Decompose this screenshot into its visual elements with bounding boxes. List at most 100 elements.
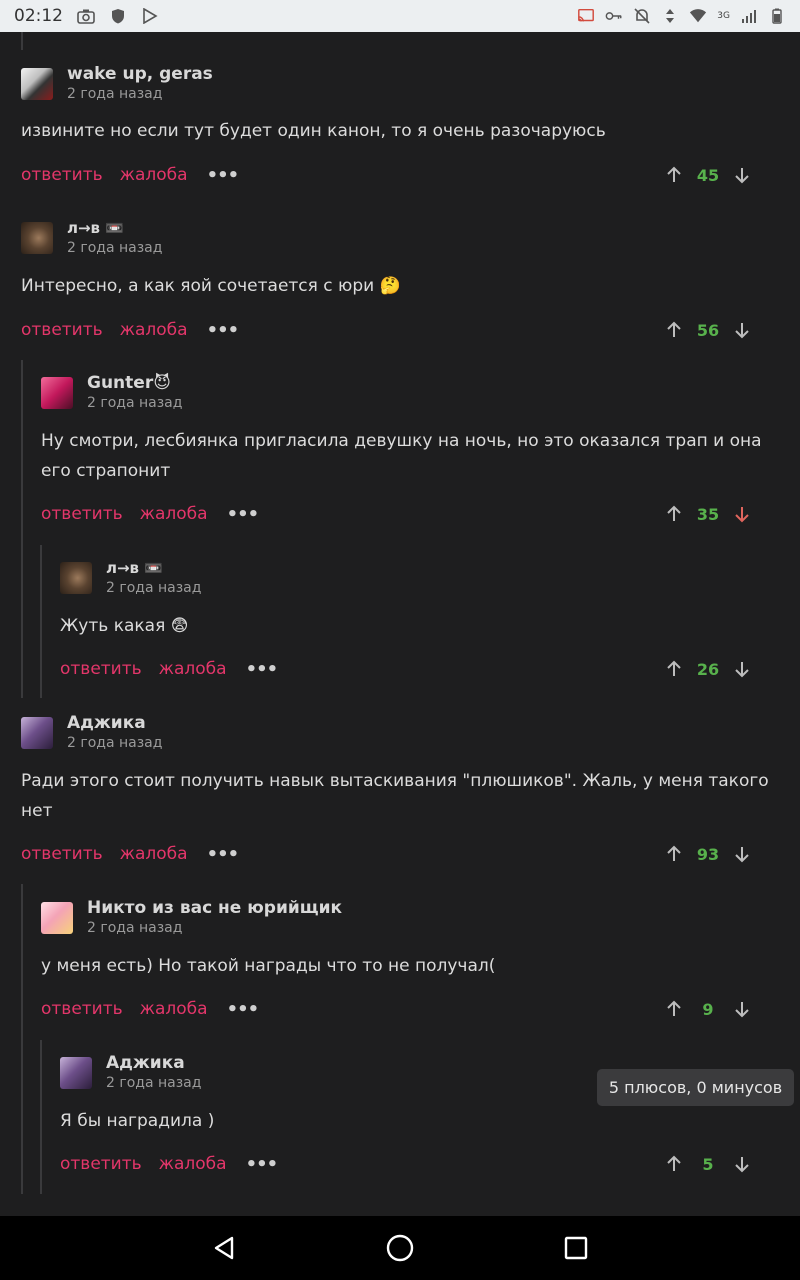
comment-author[interactable]: Аджика — [106, 1053, 185, 1073]
shield-icon — [112, 9, 124, 24]
score[interactable]: 5 — [686, 1155, 730, 1174]
upvote-icon[interactable] — [662, 657, 686, 681]
avatar[interactable] — [41, 902, 73, 934]
comment-author[interactable]: Gunter😈 — [87, 373, 171, 393]
comment-time: 2 года назад — [67, 240, 163, 256]
thread-line — [21, 884, 23, 1194]
vote-control: 56 — [662, 316, 754, 344]
avatar[interactable] — [21, 222, 53, 254]
more-options-button[interactable]: ••• — [207, 844, 240, 865]
reply-button[interactable]: ответить — [41, 504, 123, 524]
status-time: 02:12 — [14, 6, 63, 26]
more-options-button[interactable]: ••• — [227, 504, 260, 525]
comment-actions: ответить жалоба ••• — [41, 500, 260, 528]
comments-feed[interactable]: wake up, geras 2 года назад извините но … — [0, 32, 800, 1216]
comment-text: извините но если тут будет один канон, т… — [21, 121, 606, 141]
report-button[interactable]: жалоба — [120, 844, 188, 864]
thread-line — [21, 360, 23, 698]
more-options-button[interactable]: ••• — [207, 165, 240, 186]
report-button[interactable]: жалоба — [140, 999, 208, 1019]
score[interactable]: 93 — [686, 845, 730, 864]
comment-author[interactable]: wake up, geras — [67, 64, 213, 84]
home-circle-icon — [386, 1234, 414, 1262]
upvote-icon[interactable] — [662, 1152, 686, 1176]
vote-control: 9 — [662, 995, 754, 1023]
back-triangle-icon — [214, 1236, 234, 1260]
avatar[interactable] — [21, 717, 53, 749]
play-store-icon — [143, 8, 158, 24]
report-button[interactable]: жалоба — [120, 165, 188, 185]
network-type: 3G — [717, 11, 730, 21]
report-button[interactable]: жалоба — [159, 1154, 227, 1174]
score[interactable]: 26 — [686, 660, 730, 679]
back-button[interactable] — [196, 1220, 252, 1276]
report-button[interactable]: жалоба — [120, 320, 188, 340]
report-button[interactable]: жалоба — [159, 659, 227, 679]
recents-square-icon — [564, 1236, 588, 1260]
data-arrows-icon — [666, 9, 675, 23]
upvote-icon[interactable] — [662, 163, 686, 187]
downvote-icon[interactable] — [730, 163, 754, 187]
avatar[interactable] — [60, 562, 92, 594]
cast-icon — [578, 8, 595, 22]
score[interactable]: 56 — [686, 321, 730, 340]
downvote-icon[interactable] — [730, 657, 754, 681]
report-button[interactable]: жалоба — [140, 504, 208, 524]
reply-button[interactable]: ответить — [21, 165, 103, 185]
notifications-off-icon — [634, 8, 650, 24]
comment-text: Я бы наградила ) — [60, 1111, 215, 1131]
vote-control: 35 — [662, 500, 754, 528]
comment-actions: ответить жалоба ••• — [21, 840, 240, 868]
more-options-button[interactable]: ••• — [207, 320, 240, 341]
thread-line — [40, 545, 42, 698]
vote-control: 5 — [662, 1150, 754, 1178]
thread-line — [40, 1040, 42, 1194]
score[interactable]: 45 — [686, 166, 730, 185]
comment-author[interactable]: Аджика — [67, 713, 146, 733]
downvote-icon[interactable] — [730, 318, 754, 342]
downvote-icon[interactable] — [730, 997, 754, 1021]
avatar[interactable] — [41, 377, 73, 409]
avatar[interactable] — [21, 68, 53, 100]
navigation-bar — [0, 1216, 800, 1280]
upvote-icon[interactable] — [662, 502, 686, 526]
comment-time: 2 года назад — [106, 1075, 202, 1091]
upvote-icon[interactable] — [662, 318, 686, 342]
comment-text: Ради этого стоит получить навык вытаскив… — [21, 771, 769, 821]
score[interactable]: 35 — [686, 505, 730, 524]
comment-actions: ответить жалоба ••• — [21, 161, 240, 189]
comment-text: у меня есть) Но такой награды что то не … — [41, 956, 496, 976]
upvote-icon[interactable] — [662, 842, 686, 866]
score[interactable]: 9 — [686, 1000, 730, 1019]
more-options-button[interactable]: ••• — [227, 999, 260, 1020]
camera-icon — [77, 9, 95, 24]
recents-button[interactable] — [548, 1220, 604, 1276]
comment-time: 2 года назад — [67, 86, 163, 102]
wifi-icon — [690, 9, 707, 23]
downvote-icon[interactable] — [730, 1152, 754, 1176]
reply-button[interactable]: ответить — [60, 659, 142, 679]
avatar[interactable] — [60, 1057, 92, 1089]
comment-time: 2 года назад — [87, 395, 183, 411]
more-options-button[interactable]: ••• — [246, 1154, 279, 1175]
comment-time: 2 года назад — [106, 580, 202, 596]
downvote-icon[interactable] — [730, 502, 754, 526]
upvote-icon[interactable] — [662, 997, 686, 1021]
reply-button[interactable]: ответить — [21, 844, 103, 864]
status-bar: 02:12 3G — [0, 0, 800, 32]
downvote-icon[interactable] — [730, 842, 754, 866]
comment-author[interactable]: л→в 📼 — [106, 559, 163, 577]
reply-button[interactable]: ответить — [41, 999, 123, 1019]
reply-button[interactable]: ответить — [60, 1154, 142, 1174]
vote-control: 93 — [662, 840, 754, 868]
signal-icon — [742, 10, 756, 23]
comment-text: Ну смотри, лесбиянка пригласила девушку … — [41, 431, 762, 481]
comment-author[interactable]: Никто из вас не юрийщик — [87, 898, 342, 918]
more-options-button[interactable]: ••• — [246, 659, 279, 680]
comment-actions: ответить жалоба ••• — [60, 1150, 279, 1178]
comment-author[interactable]: л→в 📼 — [67, 219, 124, 237]
comment-actions: ответить жалоба ••• — [60, 655, 279, 683]
vote-control: 45 — [662, 161, 754, 189]
reply-button[interactable]: ответить — [21, 320, 103, 340]
home-button[interactable] — [372, 1220, 428, 1276]
